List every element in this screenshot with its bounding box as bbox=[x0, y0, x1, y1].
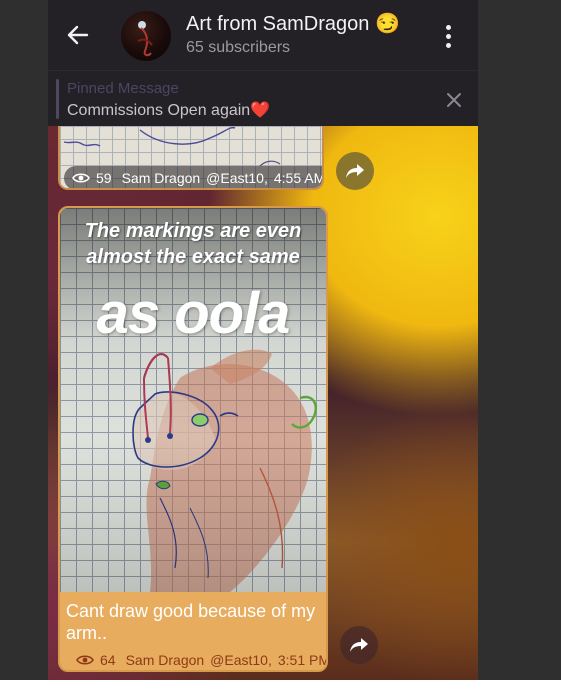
share-icon bbox=[350, 638, 368, 652]
more-vertical-icon bbox=[445, 33, 451, 39]
view-count: 59 bbox=[96, 170, 112, 186]
photo-message[interactable]: 59 Sam Dragon @East10, 4:55 AM bbox=[58, 126, 324, 190]
photo-caption: The markings are even almost the exact s… bbox=[60, 218, 326, 270]
channel-avatar[interactable] bbox=[121, 11, 171, 61]
pinned-text: Commissions Open again❤️ bbox=[67, 102, 271, 119]
pinned-message-bar[interactable]: Pinned Message Commissions Open again❤️ bbox=[48, 70, 478, 126]
chat-wallpaper: 59 Sam Dragon @East10, 4:55 AM The marki… bbox=[48, 126, 478, 680]
eye-icon bbox=[72, 173, 90, 183]
pinned-indicator bbox=[56, 79, 59, 119]
caption-line-2: almost the exact same bbox=[86, 246, 300, 268]
screenshot-frame: Art from SamDragon 😏 65 subscribers Pinn… bbox=[0, 0, 561, 680]
telegram-channel-view: Art from SamDragon 😏 65 subscribers Pinn… bbox=[48, 0, 478, 680]
share-button[interactable] bbox=[336, 152, 374, 190]
more-vertical-icon bbox=[445, 42, 451, 48]
dragon-avatar-image bbox=[137, 21, 153, 57]
photo-message[interactable]: The markings are even almost the exact s… bbox=[58, 206, 328, 672]
subscriber-count: 65 subscribers bbox=[186, 39, 291, 56]
share-icon bbox=[346, 164, 364, 178]
close-icon[interactable] bbox=[444, 90, 464, 110]
author-name: Sam Dragon bbox=[121, 170, 201, 186]
message-photo: The markings are even almost the exact s… bbox=[60, 208, 326, 592]
message-meta: 64 Sam Dragon @East10, 3:51 PM bbox=[76, 652, 328, 668]
channel-title[interactable]: Art from SamDragon 😏 bbox=[186, 11, 400, 36]
share-button[interactable] bbox=[340, 626, 378, 664]
channel-header: Art from SamDragon 😏 65 subscribers bbox=[48, 0, 478, 70]
more-options-button[interactable] bbox=[434, 22, 462, 50]
view-count: 64 bbox=[100, 652, 116, 668]
message-time: 4:55 AM bbox=[273, 170, 324, 186]
more-vertical-icon bbox=[445, 24, 451, 30]
arrow-left-icon bbox=[67, 25, 89, 45]
message-text: Cant draw good because of my arm.. bbox=[66, 601, 316, 643]
author-handle: @East10 bbox=[206, 170, 264, 186]
author-handle: @East10 bbox=[210, 652, 268, 668]
message-time: 3:51 PM bbox=[277, 652, 328, 668]
eye-icon bbox=[76, 655, 94, 665]
message-meta: 59 Sam Dragon @East10, 4:55 AM bbox=[64, 166, 324, 188]
author-name: Sam Dragon bbox=[125, 652, 205, 668]
pinned-label: Pinned Message bbox=[67, 80, 179, 97]
back-button[interactable] bbox=[62, 20, 94, 50]
photo-caption-large: as oola bbox=[96, 281, 291, 346]
caption-line-1: The markings are even bbox=[84, 220, 302, 242]
